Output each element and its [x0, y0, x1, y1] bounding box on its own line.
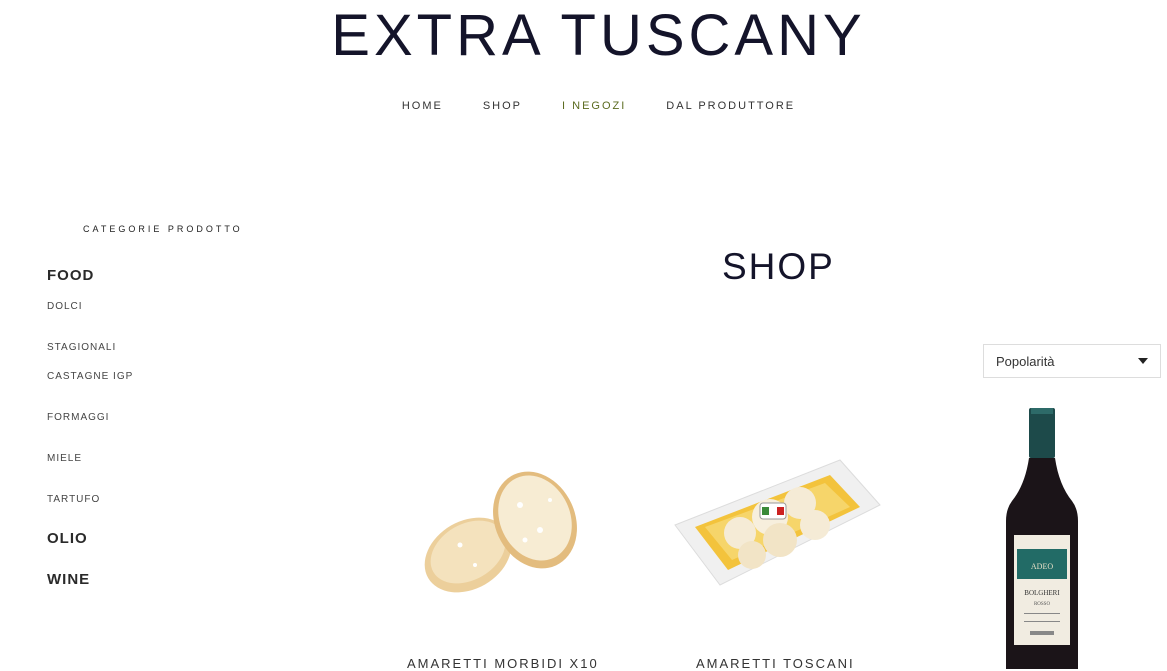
- wine-label-type: ROSSO: [1034, 602, 1051, 607]
- sidebar-item-miele[interactable]: MIELE: [47, 453, 82, 464]
- sidebar-item-food[interactable]: FOOD: [47, 267, 94, 284]
- sidebar-item-formaggi[interactable]: FORMAGGI: [47, 412, 109, 423]
- page-title: SHOP: [722, 246, 835, 287]
- amaretti-toscani-image: [674, 459, 881, 586]
- sidebar-item-castagne-igp[interactable]: CASTAGNE IGP: [47, 371, 133, 382]
- sort-selected-value: Popolarità: [996, 353, 1055, 369]
- nav-item-dal-produttore[interactable]: DAL PRODUTTORE: [666, 100, 795, 112]
- sidebar-item-wine[interactable]: WINE: [47, 571, 90, 588]
- site-title[interactable]: EXTRA TUSCANY: [0, 0, 1167, 72]
- amaretti-morbidi-image: [424, 471, 577, 593]
- wine-label-name: ADEO: [1031, 562, 1053, 571]
- nav-item-i-negozi[interactable]: I NEGOZI: [562, 100, 626, 112]
- nav-item-home[interactable]: HOME: [402, 100, 443, 112]
- caret-down-icon: [1138, 358, 1148, 364]
- sort-select[interactable]: Popolarità: [983, 344, 1161, 378]
- nav-item-shop[interactable]: SHOP: [483, 100, 522, 112]
- product-card[interactable]: AMARETTI TOSCANI: [660, 440, 890, 671]
- sidebar-item-tartufo[interactable]: TARTUFO: [47, 494, 100, 505]
- product-card[interactable]: AMARETTI MORBIDI X10: [400, 440, 600, 671]
- sidebar-heading: CATEGORIE PRODOTTO: [83, 224, 243, 234]
- sidebar-item-olio[interactable]: OLIO: [47, 530, 88, 547]
- wine-bottle-image: ADEO BOLGHERI ROSSO: [1006, 408, 1078, 669]
- sidebar-item-dolci[interactable]: DOLCI: [47, 301, 83, 312]
- wine-label-region: BOLGHERI: [1024, 589, 1060, 597]
- sidebar-item-stagionali[interactable]: STAGIONALI: [47, 342, 116, 353]
- main-nav: HOME SHOP I NEGOZI DAL PRODUTTORE: [0, 100, 1167, 112]
- product-card[interactable]: ADEO BOLGHERI ROSSO: [1000, 405, 1085, 669]
